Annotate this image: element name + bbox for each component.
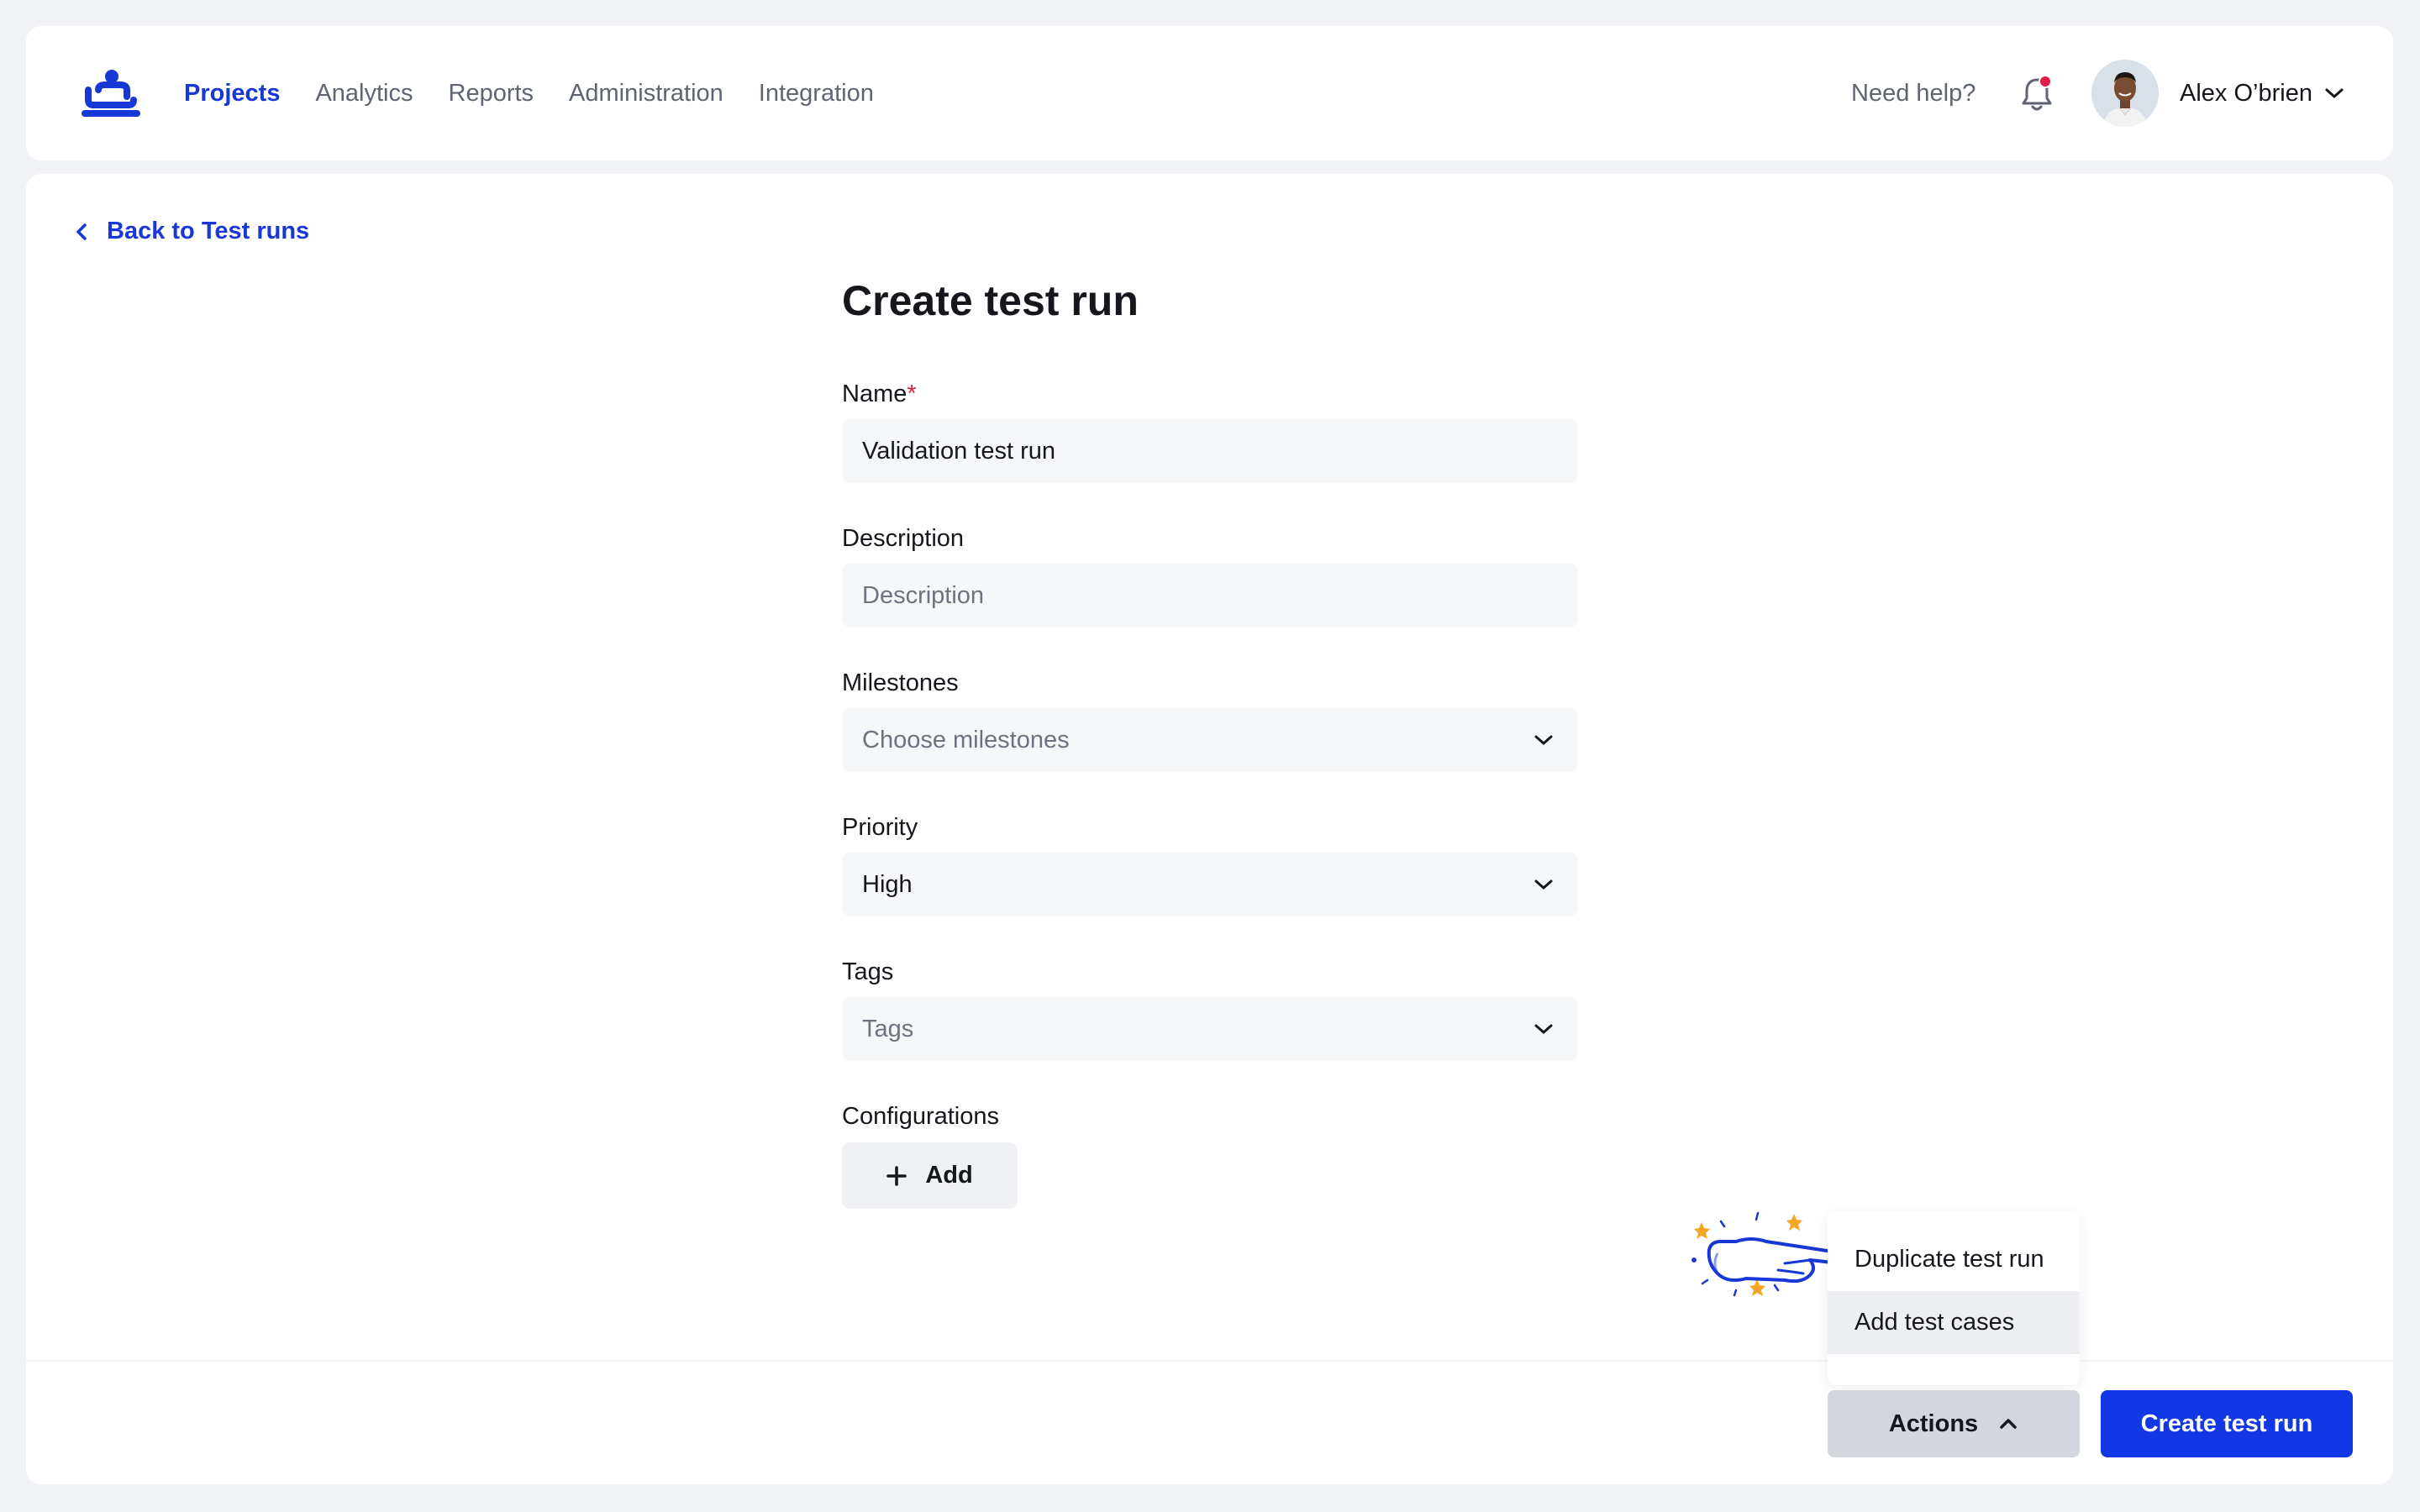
name-label: Name* (842, 381, 917, 408)
name-field-value: Validation test run (862, 437, 1055, 465)
top-navigation-bar: Projects Analytics Reports Administratio… (26, 26, 2393, 160)
page-title: Create test run (842, 277, 1139, 324)
create-test-run-button[interactable]: Create test run (2101, 1390, 2353, 1457)
tags-placeholder: Tags (862, 1015, 914, 1042)
name-field[interactable]: Validation test run (842, 419, 1578, 483)
description-label: Description (842, 525, 965, 552)
actions-button[interactable]: Actions (1828, 1390, 2080, 1457)
avatar[interactable] (2091, 60, 2159, 127)
add-configuration-label: Add (925, 1162, 973, 1189)
nav-item-projects[interactable]: Projects (184, 80, 280, 108)
back-link-label: Back to Test runs (107, 218, 310, 244)
menu-item-add-test-cases[interactable]: Add test cases (1828, 1291, 2080, 1354)
milestones-select[interactable]: Choose milestones (842, 708, 1578, 772)
configurations-label: Configurations (842, 1103, 999, 1130)
chevron-up-icon (2000, 1419, 2017, 1429)
chevron-down-icon (2325, 88, 2344, 98)
description-field[interactable]: Description (842, 564, 1578, 627)
notification-bell-icon[interactable] (2018, 75, 2055, 113)
required-mark: * (907, 381, 917, 407)
priority-select[interactable]: High (842, 853, 1578, 916)
menu-item-duplicate-test-run[interactable]: Duplicate test run (1828, 1228, 2080, 1291)
user-avatar-icon (2091, 60, 2159, 127)
priority-value: High (862, 870, 913, 898)
chevron-down-icon (1534, 1024, 1553, 1034)
tags-select[interactable]: Tags (842, 997, 1578, 1061)
description-placeholder: Description (862, 581, 985, 609)
plus-icon (886, 1165, 908, 1186)
actions-button-label: Actions (1888, 1410, 1979, 1437)
nav-item-analytics[interactable]: Analytics (315, 80, 413, 108)
chevron-down-icon (1534, 879, 1553, 890)
main-nav: Projects Analytics Reports Administratio… (184, 26, 909, 160)
nav-item-administration[interactable]: Administration (569, 80, 723, 108)
actions-menu: Duplicate test run Add test cases (1828, 1211, 2080, 1385)
milestones-label: Milestones (842, 669, 959, 696)
tags-label: Tags (842, 958, 894, 985)
app-logo-icon[interactable] (82, 68, 142, 118)
chevron-left-icon (76, 223, 87, 240)
chevron-down-icon (1534, 735, 1553, 745)
milestones-placeholder: Choose milestones (862, 726, 1070, 753)
help-link[interactable]: Need help? (1851, 26, 1975, 160)
priority-label: Priority (842, 814, 918, 841)
name-label-text: Name (842, 381, 908, 407)
user-menu[interactable]: Alex O’brien (2180, 26, 2344, 160)
user-name: Alex O’brien (2180, 79, 2312, 107)
nav-item-integration[interactable]: Integration (759, 80, 874, 108)
back-link[interactable]: Back to Test runs (75, 218, 309, 245)
add-configuration-button[interactable]: Add (842, 1142, 1018, 1209)
main-content: Back to Test runs Create test run Name* … (26, 174, 2393, 1484)
notification-dot (2039, 75, 2052, 88)
nav-item-reports[interactable]: Reports (449, 80, 534, 108)
